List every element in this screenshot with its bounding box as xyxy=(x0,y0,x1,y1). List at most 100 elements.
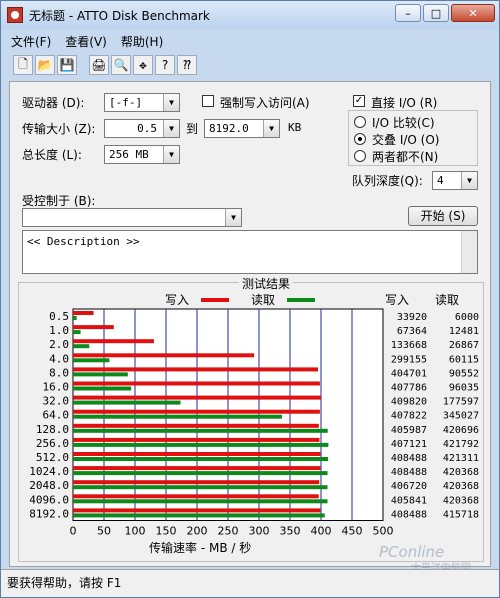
open-icon[interactable]: 📂 xyxy=(35,55,55,75)
total-length-value: 256 MB xyxy=(109,148,149,161)
read-value: 6000 xyxy=(455,312,479,323)
read-bar xyxy=(73,471,328,476)
x-tick-label: 150 xyxy=(156,525,177,538)
read-bar xyxy=(73,400,181,405)
read-value: 420368 xyxy=(443,481,479,492)
force-write-label: 强制写入访问(A) xyxy=(220,96,310,110)
drive-value: [-f-] xyxy=(109,96,143,109)
x-tick-label: 0 xyxy=(70,525,77,538)
y-tick-label: 4.0 xyxy=(49,352,69,365)
save-icon[interactable]: 💾 xyxy=(57,55,77,75)
description-box[interactable]: << Description >> xyxy=(22,230,478,274)
chevron-down-icon[interactable]: ▼ xyxy=(163,120,179,137)
app-window: 无标题 - ATTO Disk Benchmark – □ ✕ 文件(F) 查看… xyxy=(0,0,500,598)
x-tick-label: 400 xyxy=(311,525,332,538)
overlap-io-label: 交叠 I/O (O) xyxy=(372,133,440,147)
y-tick-label: 512.0 xyxy=(36,451,69,464)
chevron-down-icon[interactable]: ▼ xyxy=(225,209,241,226)
read-bar xyxy=(73,428,328,433)
y-tick-label: 1024.0 xyxy=(29,465,69,478)
queue-depth-select[interactable]: 4 ▼ xyxy=(432,171,478,190)
write-value: 408488 xyxy=(391,509,427,520)
print-icon[interactable]: 🖨 xyxy=(89,55,109,75)
read-bar xyxy=(73,414,282,419)
x-tick-label: 100 xyxy=(125,525,146,538)
legend-write-swatch xyxy=(201,298,229,302)
start-button[interactable]: 开始 (S) xyxy=(408,206,478,226)
toolbar: 🗋 📂 💾 🖨 🔍 ✥ ? ⁇ xyxy=(13,55,197,75)
description-scrollbar[interactable] xyxy=(461,231,477,273)
read-value: 60115 xyxy=(449,354,479,365)
transfer-size-label: 传输大小 (Z): xyxy=(22,122,96,136)
controlled-by-label: 受控制于 (B): xyxy=(22,194,96,208)
drive-select[interactable]: [-f-] ▼ xyxy=(104,93,180,112)
write-value: 33920 xyxy=(397,312,427,323)
neither-radio[interactable] xyxy=(354,150,366,162)
write-value: 407786 xyxy=(391,383,427,394)
write-bar xyxy=(73,381,320,386)
app-icon[interactable] xyxy=(7,7,23,23)
read-value: 421792 xyxy=(443,439,479,450)
write-bar xyxy=(73,311,94,315)
read-value: 420696 xyxy=(443,425,479,436)
read-bar xyxy=(73,386,132,391)
results-title: 测试结果 xyxy=(239,275,294,292)
read-value: 90552 xyxy=(449,368,479,379)
read-value: 26867 xyxy=(449,340,479,351)
y-tick-label: 64.0 xyxy=(43,409,70,422)
maximize-button[interactable]: □ xyxy=(423,4,449,22)
close-button[interactable]: ✕ xyxy=(451,4,495,22)
menu-help[interactable]: 帮助(H) xyxy=(121,33,163,50)
write-bar xyxy=(73,353,255,358)
chevron-down-icon[interactable]: ▼ xyxy=(163,94,179,111)
y-tick-label: 0.5 xyxy=(49,310,69,323)
transfer-to-select[interactable]: 8192.0 ▼ xyxy=(204,119,280,138)
direct-io-label: 直接 I/O (R) xyxy=(371,96,438,110)
queue-depth-label: 队列深度(Q): xyxy=(352,174,423,188)
read-bar xyxy=(73,513,325,518)
chevron-down-icon[interactable]: ▼ xyxy=(263,120,279,137)
io-compare-label: I/O 比较(C) xyxy=(372,116,435,130)
read-value: 177597 xyxy=(443,397,479,408)
move-icon[interactable]: ✥ xyxy=(133,55,153,75)
write-bar xyxy=(73,395,322,400)
read-bar xyxy=(73,457,329,461)
write-value: 408488 xyxy=(391,453,427,464)
print-preview-icon[interactable]: 🔍 xyxy=(111,55,131,75)
write-value: 407121 xyxy=(391,439,427,450)
title-bar[interactable]: 无标题 - ATTO Disk Benchmark – □ ✕ xyxy=(1,1,499,29)
read-bar xyxy=(73,358,110,363)
total-length-select[interactable]: 256 MB ▼ xyxy=(104,145,180,164)
kb-label: KB xyxy=(288,121,302,134)
new-icon[interactable]: 🗋 xyxy=(13,55,33,75)
y-tick-label: 128.0 xyxy=(36,423,69,436)
neither-label: 两者都不(N) xyxy=(372,150,439,164)
x-axis-label: 传输速率 - MB / 秒 xyxy=(149,541,252,555)
menu-view[interactable]: 查看(V) xyxy=(65,33,107,50)
main-panel: 驱动器 (D): [-f-] ▼ 强制写入访问(A) 传输大小 (Z): 0.5… xyxy=(9,81,491,567)
chevron-down-icon[interactable]: ▼ xyxy=(163,146,179,163)
y-tick-label: 16.0 xyxy=(43,381,70,394)
legend-read-swatch xyxy=(287,298,315,302)
overlap-io-radio[interactable] xyxy=(354,133,366,145)
context-help-icon[interactable]: ⁇ xyxy=(177,55,197,75)
direct-io-checkbox[interactable]: ✓ xyxy=(353,95,365,107)
read-value: 420368 xyxy=(443,467,479,478)
read-value: 421311 xyxy=(443,453,479,464)
write-bar xyxy=(73,325,114,330)
transfer-from-select[interactable]: 0.5 ▼ xyxy=(104,119,180,138)
read-bar xyxy=(73,499,328,504)
force-write-checkbox[interactable] xyxy=(202,95,214,107)
results-group: 测试结果 写入 读取 写入 读取 0 50 100 150 200 250 300 350 40… xyxy=(18,275,484,562)
write-value: 405841 xyxy=(391,495,427,506)
menu-file[interactable]: 文件(F) xyxy=(11,33,51,50)
chevron-down-icon[interactable]: ▼ xyxy=(461,172,477,189)
write-bar xyxy=(73,437,320,442)
help-icon[interactable]: ? xyxy=(155,55,175,75)
controlled-by-select[interactable]: ▼ xyxy=(22,208,242,227)
minimize-button[interactable]: – xyxy=(395,4,421,22)
read-value: 12481 xyxy=(449,326,479,337)
y-tick-label: 4096.0 xyxy=(29,493,69,506)
x-tick-label: 300 xyxy=(249,525,270,538)
io-compare-radio[interactable] xyxy=(354,116,366,128)
